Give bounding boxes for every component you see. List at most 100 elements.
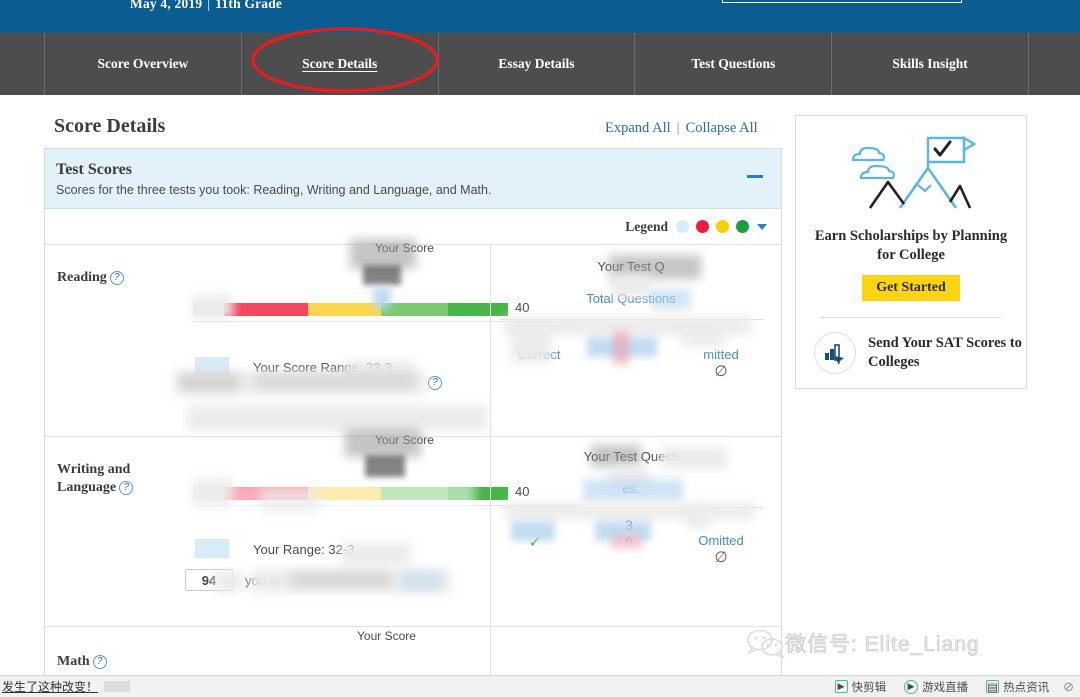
right-stats-rule — [499, 507, 764, 508]
mute-icon[interactable]: ⊘ — [1063, 679, 1074, 695]
right-stats-rule — [499, 319, 764, 320]
page-title: Score Details — [54, 115, 166, 137]
minus-icon[interactable] — [747, 175, 763, 178]
score-scale-bar — [193, 303, 508, 316]
news-icon: ▤ — [986, 680, 1000, 694]
stat-col-omitted: mitted ∅ — [673, 331, 769, 380]
stat-col-correct: ✓ — [487, 517, 583, 551]
question-mark-icon[interactable]: ? — [109, 271, 124, 285]
taskbar-item-label: 快剪辑 — [851, 681, 887, 694]
taskbar-items: ► 快剪辑 ► 游戏直播 ▤ 热点资讯 ⊘ — [817, 679, 1074, 695]
primary-tabbar: Score Overview Score Details Essay Detai… — [0, 33, 1080, 95]
page-body: Score Details Expand All | Collapse All Te… — [0, 95, 1080, 697]
right-stats-subtitle: Total Questions — [586, 291, 676, 306]
tab-label: Test Questions — [691, 56, 776, 71]
percentile-box: 94 — [185, 569, 233, 591]
promo-headline: Earn Scholarships by Planning for Colleg… — [814, 228, 1008, 263]
legend-dot-yellow — [716, 220, 729, 233]
test-date: May 4, 2019 — [130, 0, 203, 11]
subject-label-reading: Reading? — [57, 269, 124, 287]
score-row-writing: Writing and Language? Your Score 40 Your… — [45, 429, 781, 627]
taskbar-chip — [104, 681, 131, 692]
stat-value — [487, 517, 583, 533]
legend-row: Legend — [45, 209, 781, 245]
stat-value: 3 — [625, 517, 633, 533]
get-started-button[interactable]: Get Started — [862, 275, 960, 301]
taskbar: 发生了这种改变！ ► 快剪辑 ► 游戏直播 ▤ 热点资讯 ⊘ — [0, 675, 1080, 697]
right-stats-subtitle: es. — [622, 481, 640, 496]
score-range-text: Your Range: 32-3 — [253, 542, 355, 557]
score-scale-writing: 40 — [193, 484, 578, 506]
question-mark-icon[interactable]: ? — [92, 655, 107, 669]
your-score-caption: Your Score — [375, 241, 434, 255]
collapse-all-link[interactable]: Collapse All — [686, 120, 758, 136]
screenshot-root: May 4, 2019 | 11th Grade Score Overview Sc… — [0, 0, 1080, 697]
score-scale-bar — [193, 487, 508, 500]
chevron-down-icon[interactable] — [757, 223, 767, 230]
tab-label: Score Details — [302, 56, 378, 71]
subject-name: Math — [57, 654, 90, 669]
play-square-icon: ► — [834, 680, 848, 693]
range-swatch — [195, 357, 229, 376]
legend-label: Legend — [625, 218, 668, 234]
percentile-value: 94 — [201, 572, 217, 588]
subject-name: Reading — [57, 270, 107, 285]
play-circle-icon: ► — [904, 679, 919, 694]
percentile-text: you ar — [245, 573, 282, 588]
range-swatch — [195, 539, 229, 558]
legend-dot-green — [736, 220, 749, 233]
taskbar-item-label: 游戏直播 — [922, 681, 969, 694]
mountain-flag-icon — [851, 135, 977, 209]
score-row-left: Reading? Your Score 40 Your Score Range:… — [45, 239, 578, 436]
question-mark-icon[interactable]: ? — [428, 376, 442, 390]
stat-value — [673, 331, 769, 347]
tab-skills-insight[interactable]: Skills Insight — [831, 33, 1028, 95]
omitted-icon: ∅ — [714, 363, 728, 380]
tab-score-details[interactable]: Score Details — [240, 33, 438, 95]
stat-label: mitted — [703, 347, 739, 362]
check-icon: ✓ — [528, 534, 542, 551]
student-grade: 11th Grade — [215, 0, 283, 11]
taskbar-item-news[interactable]: ▤ 热点资讯 — [982, 679, 1049, 695]
stat-col-correct: Correct — [491, 331, 587, 362]
score-row-right: Your Test Questi es. ✓ 3 ^ Omitted ∅ — [490, 437, 781, 626]
test-scores-card-header: Test Scores Scores for the three tests y… — [45, 149, 781, 209]
subject-label-math: Math? — [57, 653, 107, 671]
test-scores-card: Test Scores Scores for the three tests y… — [44, 148, 782, 697]
taskbar-item-kuaijianji[interactable]: ► 快剪辑 — [831, 679, 887, 695]
legend-dot-red — [696, 220, 709, 233]
taskbar-item-gamelive[interactable]: ► 游戏直播 — [900, 679, 968, 695]
stat-label: Correct — [517, 347, 561, 362]
legend-dot-blue — [676, 220, 689, 233]
links-divider: | — [676, 120, 680, 136]
card-subtitle: Scores for the three tests you took: Rea… — [56, 183, 492, 197]
tab-score-overview[interactable]: Score Overview — [44, 33, 241, 95]
send-scores-link[interactable]: Send Your SAT Scores to Colleges — [814, 332, 1026, 374]
expand-all-link[interactable]: Expand All — [605, 120, 671, 136]
score-scale-reading: 40 — [193, 300, 578, 322]
tab-essay-details[interactable]: Essay Details — [437, 33, 635, 95]
question-mark-icon[interactable]: ? — [119, 481, 134, 495]
stat-col-omitted: Omitted ∅ — [673, 517, 769, 566]
subject-label-writing: Writing and Language? — [57, 461, 177, 497]
tab-label: Essay Details — [498, 56, 575, 71]
tab-test-questions[interactable]: Test Questions — [634, 33, 831, 95]
header-cta-button[interactable] — [722, 0, 962, 3]
right-stats-title: Your Test Q — [597, 259, 665, 274]
send-scores-icon — [814, 332, 856, 374]
taskbar-left-link[interactable]: 发生了这种改变！ — [2, 678, 98, 695]
omitted-icon: ∅ — [714, 549, 728, 566]
caret-icon: ^ — [625, 534, 633, 551]
score-range-text: Your Score Range: 33-3 — [253, 360, 393, 375]
tab-label: Skills Insight — [892, 56, 968, 71]
stat-col-incorrect: 3 ^ — [581, 517, 677, 551]
tabbar-left-spacer — [0, 33, 44, 95]
score-row-right: Your Test Q Total Questions Correct mitt… — [490, 245, 781, 436]
tab-label: Score Overview — [97, 56, 189, 71]
promo-panel: Earn Scholarships by Planning for Colleg… — [795, 115, 1027, 389]
score-row-left: Writing and Language? Your Score 40 Your… — [45, 429, 578, 626]
right-stats-title: Your Test Questi — [583, 449, 679, 464]
expand-collapse-controls: Expand All | Collapse All — [605, 120, 758, 137]
stat-col-incorrect — [583, 331, 679, 347]
promo-divider — [820, 317, 1002, 318]
